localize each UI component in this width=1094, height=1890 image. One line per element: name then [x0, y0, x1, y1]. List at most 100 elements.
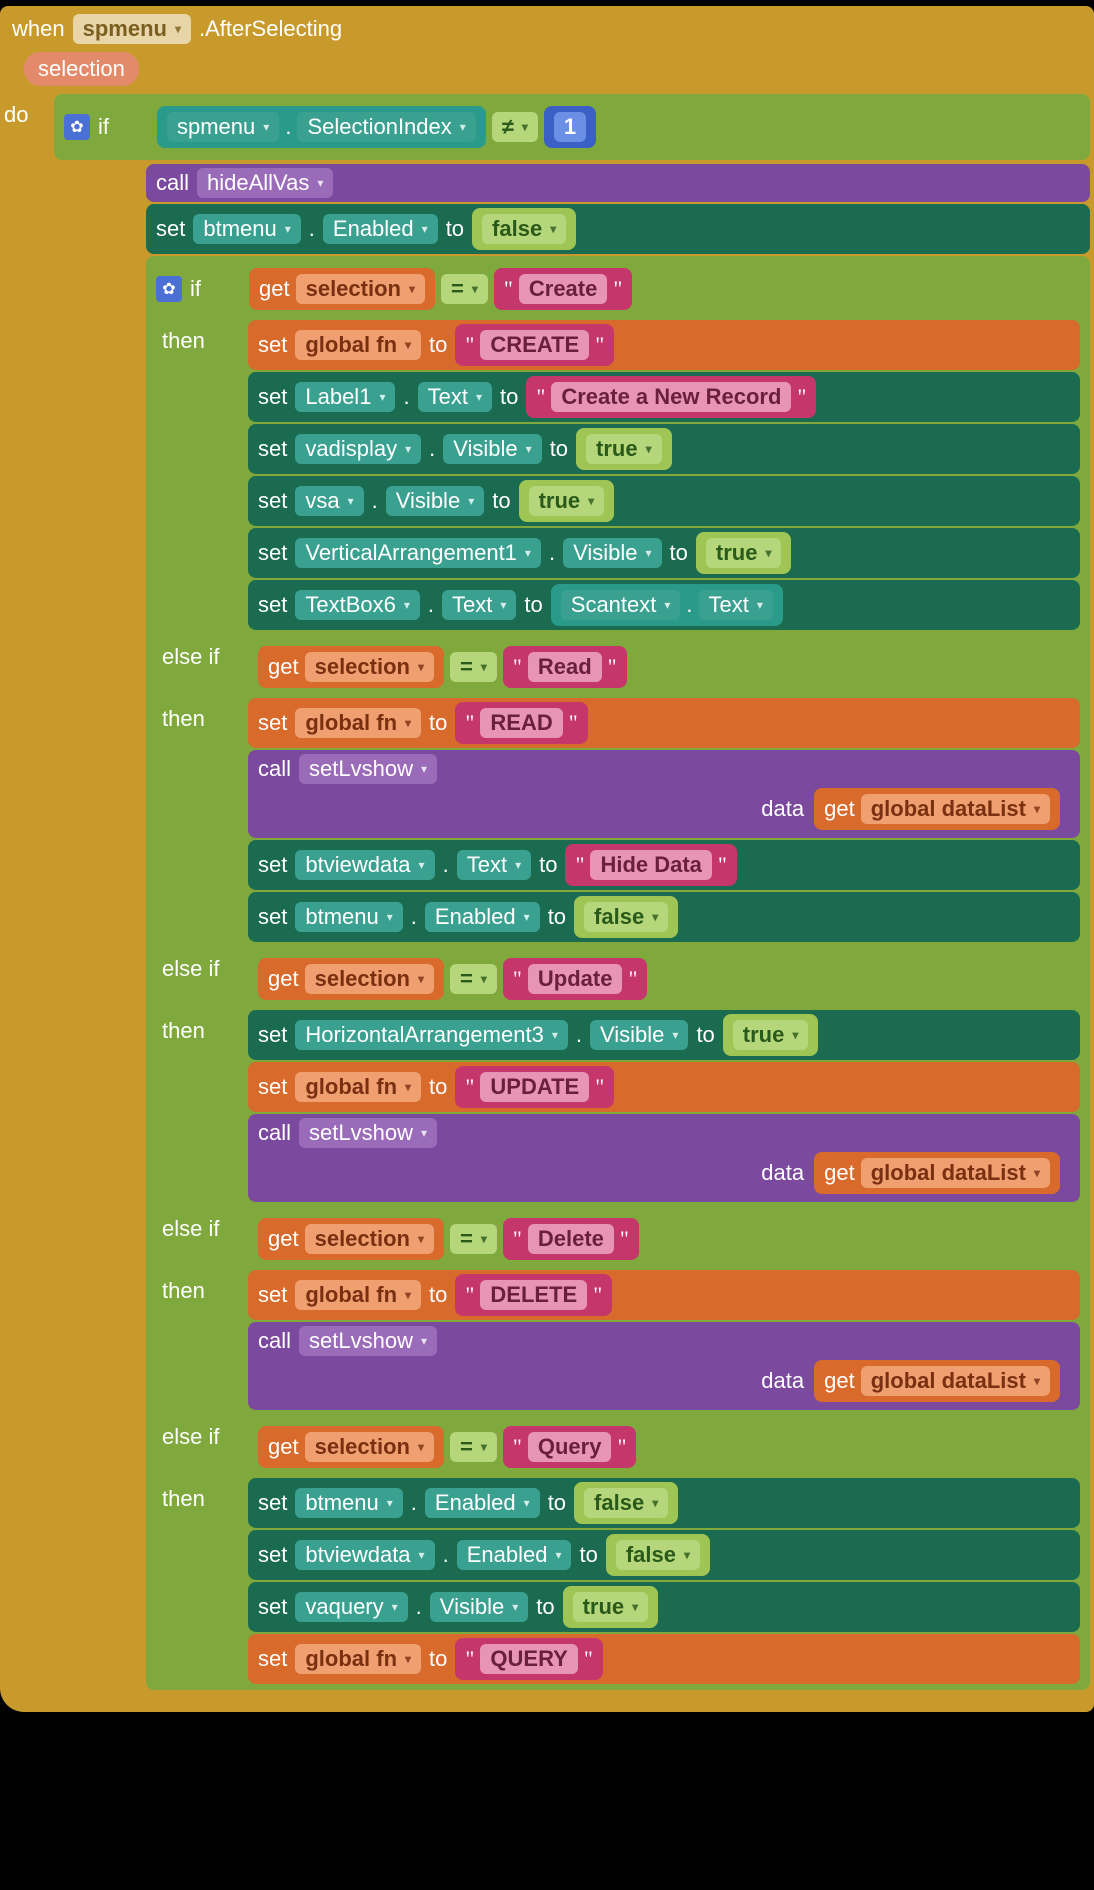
false-dropdown[interactable]: false — [482, 214, 566, 244]
set-global-fn-update[interactable]: set global fn to "UPDATE" — [248, 1062, 1080, 1112]
var-global-datalist[interactable]: global dataList — [861, 1366, 1050, 1396]
set-global-fn-query[interactable]: set global fn to "QUERY" — [248, 1634, 1080, 1684]
op-eq[interactable]: = — [450, 652, 497, 682]
set-btviewdata-enabled-false[interactable]: set btviewdata. Enabled to false — [248, 1530, 1080, 1580]
prop-selectionindex[interactable]: SelectionIndex — [297, 112, 475, 142]
get-kw: get — [824, 1368, 855, 1394]
comp-btmenu[interactable]: btmenu — [295, 902, 402, 932]
comp-label1[interactable]: Label1 — [295, 382, 395, 412]
proc-setlvshow[interactable]: setLvshow — [299, 754, 437, 784]
set-vsa-visible[interactable]: set vsa. Visible to true — [248, 476, 1080, 526]
if-kw: if — [98, 114, 109, 140]
set-btmenu-enabled-false-3[interactable]: set btmenu. Enabled to false — [248, 1478, 1080, 1528]
if-block-inner[interactable]: ✿ if get selection = "Create" — [146, 256, 1090, 1690]
set-global-fn-read[interactable]: set global fn to "READ" — [248, 698, 1080, 748]
var-global-datalist[interactable]: global dataList — [861, 1158, 1050, 1188]
call-setlvshow-read[interactable]: call setLvshow data getglobal dataList — [248, 750, 1080, 838]
var-global-datalist[interactable]: global dataList — [861, 794, 1050, 824]
var-selection[interactable]: selection — [305, 1432, 434, 1462]
call-hideallvas[interactable]: call hideAllVas — [146, 164, 1090, 202]
str-newrecord: "Create a New Record" — [526, 376, 816, 418]
var-global-fn[interactable]: global fn — [295, 1644, 421, 1674]
cond-eq-create: get selection = "Create" — [239, 262, 642, 316]
prop-visible[interactable]: Visible — [386, 486, 484, 516]
comp-btmenu[interactable]: btmenu — [193, 214, 300, 244]
comp-textbox6[interactable]: TextBox6 — [295, 590, 420, 620]
prop-visible[interactable]: Visible — [590, 1020, 688, 1050]
true-dropdown[interactable]: true — [529, 486, 605, 516]
var-global-fn[interactable]: global fn — [295, 1072, 421, 1102]
set-global-fn-delete[interactable]: set global fn to "DELETE" — [248, 1270, 1080, 1320]
prop-enabled[interactable]: Enabled — [457, 1540, 572, 1570]
comp-vadisplay[interactable]: vadisplay — [295, 434, 421, 464]
prop-enabled[interactable]: Enabled — [425, 902, 540, 932]
op-neq[interactable]: ≠ — [492, 112, 538, 142]
txt-update: Update — [528, 964, 623, 994]
prop-text[interactable]: Text — [699, 590, 773, 620]
true-dropdown[interactable]: true — [573, 1592, 649, 1622]
comp-scantext[interactable]: Scantext — [561, 590, 681, 620]
then-label: then — [54, 162, 146, 198]
false-dropdown[interactable]: false — [584, 902, 668, 932]
proc-setlvshow[interactable]: setLvshow — [299, 1326, 437, 1356]
true-dropdown[interactable]: true — [586, 434, 662, 464]
true-dropdown[interactable]: true — [706, 538, 782, 568]
set-label1-text[interactable]: set Label1. Text to "Create a New Record… — [248, 372, 1080, 422]
get-kw: get — [824, 796, 855, 822]
set-btmenu-enabled-false[interactable]: set btmenu . Enabled to false — [146, 204, 1090, 254]
gear-icon[interactable]: ✿ — [156, 276, 182, 302]
if-block-outer[interactable]: ✿ if spmenu . SelectionIndex ≠ 1 — [54, 94, 1090, 160]
then-label: then — [156, 1008, 248, 1044]
comp-vsa[interactable]: vsa — [295, 486, 363, 516]
set-vadisplay-visible[interactable]: set vadisplay. Visible to true — [248, 424, 1080, 474]
op-eq[interactable]: = — [450, 1432, 497, 1462]
comp-vaquery[interactable]: vaquery — [295, 1592, 407, 1622]
to-kw: to — [550, 436, 568, 462]
false-dropdown[interactable]: false — [616, 1540, 700, 1570]
prop-text[interactable]: Text — [442, 590, 516, 620]
call-setlvshow-delete[interactable]: call setLvshow data getglobal dataList — [248, 1322, 1080, 1410]
gear-icon[interactable]: ✿ — [64, 114, 90, 140]
prop-text[interactable]: Text — [457, 850, 531, 880]
op-eq[interactable]: = — [450, 964, 497, 994]
prop-visible[interactable]: Visible — [443, 434, 541, 464]
var-global-fn[interactable]: global fn — [295, 1280, 421, 1310]
to-kw: to — [500, 384, 518, 410]
var-global-fn[interactable]: global fn — [295, 708, 421, 738]
set-ha3-visible[interactable]: set HorizontalArrangement3. Visible to t… — [248, 1010, 1080, 1060]
set-global-fn-create[interactable]: set global fn to "CREATE" — [248, 320, 1080, 370]
true-dropdown[interactable]: true — [733, 1020, 809, 1050]
prop-text[interactable]: Text — [418, 382, 492, 412]
comp-spmenu[interactable]: spmenu — [167, 112, 279, 142]
set-va1-visible[interactable]: set VerticalArrangement1. Visible to tru… — [248, 528, 1080, 578]
set-btviewdata-text[interactable]: set btviewdata. Text to "Hide Data" — [248, 840, 1080, 890]
do-label: do — [4, 92, 54, 128]
prop-visible[interactable]: Visible — [430, 1592, 528, 1622]
set-textbox6-text[interactable]: set TextBox6. Text to Scantext. Text — [248, 580, 1080, 630]
comp-btviewdata[interactable]: btviewdata — [295, 850, 434, 880]
comp-btmenu[interactable]: btmenu — [295, 1488, 402, 1518]
event-component-dropdown[interactable]: spmenu — [73, 14, 191, 44]
var-selection[interactable]: selection — [305, 1224, 434, 1254]
var-selection[interactable]: selection — [305, 964, 434, 994]
set-vaquery-visible[interactable]: set vaquery. Visible to true — [248, 1582, 1080, 1632]
var-selection[interactable]: selection — [305, 652, 434, 682]
prop-enabled[interactable]: Enabled — [425, 1488, 540, 1518]
op-eq[interactable]: = — [450, 1224, 497, 1254]
comp-va1[interactable]: VerticalArrangement1 — [295, 538, 541, 568]
proc-setlvshow[interactable]: setLvshow — [299, 1118, 437, 1148]
proc-hideallvas[interactable]: hideAllVas — [197, 168, 333, 198]
set-btmenu-enabled-false-2[interactable]: set btmenu. Enabled to false — [248, 892, 1080, 942]
var-selection[interactable]: selection — [296, 274, 425, 304]
false-dropdown[interactable]: false — [584, 1488, 668, 1518]
op-eq[interactable]: = — [441, 274, 488, 304]
set-kw: set — [258, 1282, 287, 1308]
prop-visible[interactable]: Visible — [563, 538, 661, 568]
call-setlvshow-update[interactable]: call setLvshow data getglobal dataList — [248, 1114, 1080, 1202]
get-selection: get selection — [249, 268, 435, 310]
comp-btviewdata[interactable]: btviewdata — [295, 1540, 434, 1570]
comp-ha3[interactable]: HorizontalArrangement3 — [295, 1020, 568, 1050]
prop-enabled[interactable]: Enabled — [323, 214, 438, 244]
event-block[interactable]: when spmenu .AfterSelecting selection do… — [0, 6, 1094, 1712]
var-global-fn[interactable]: global fn — [295, 330, 421, 360]
